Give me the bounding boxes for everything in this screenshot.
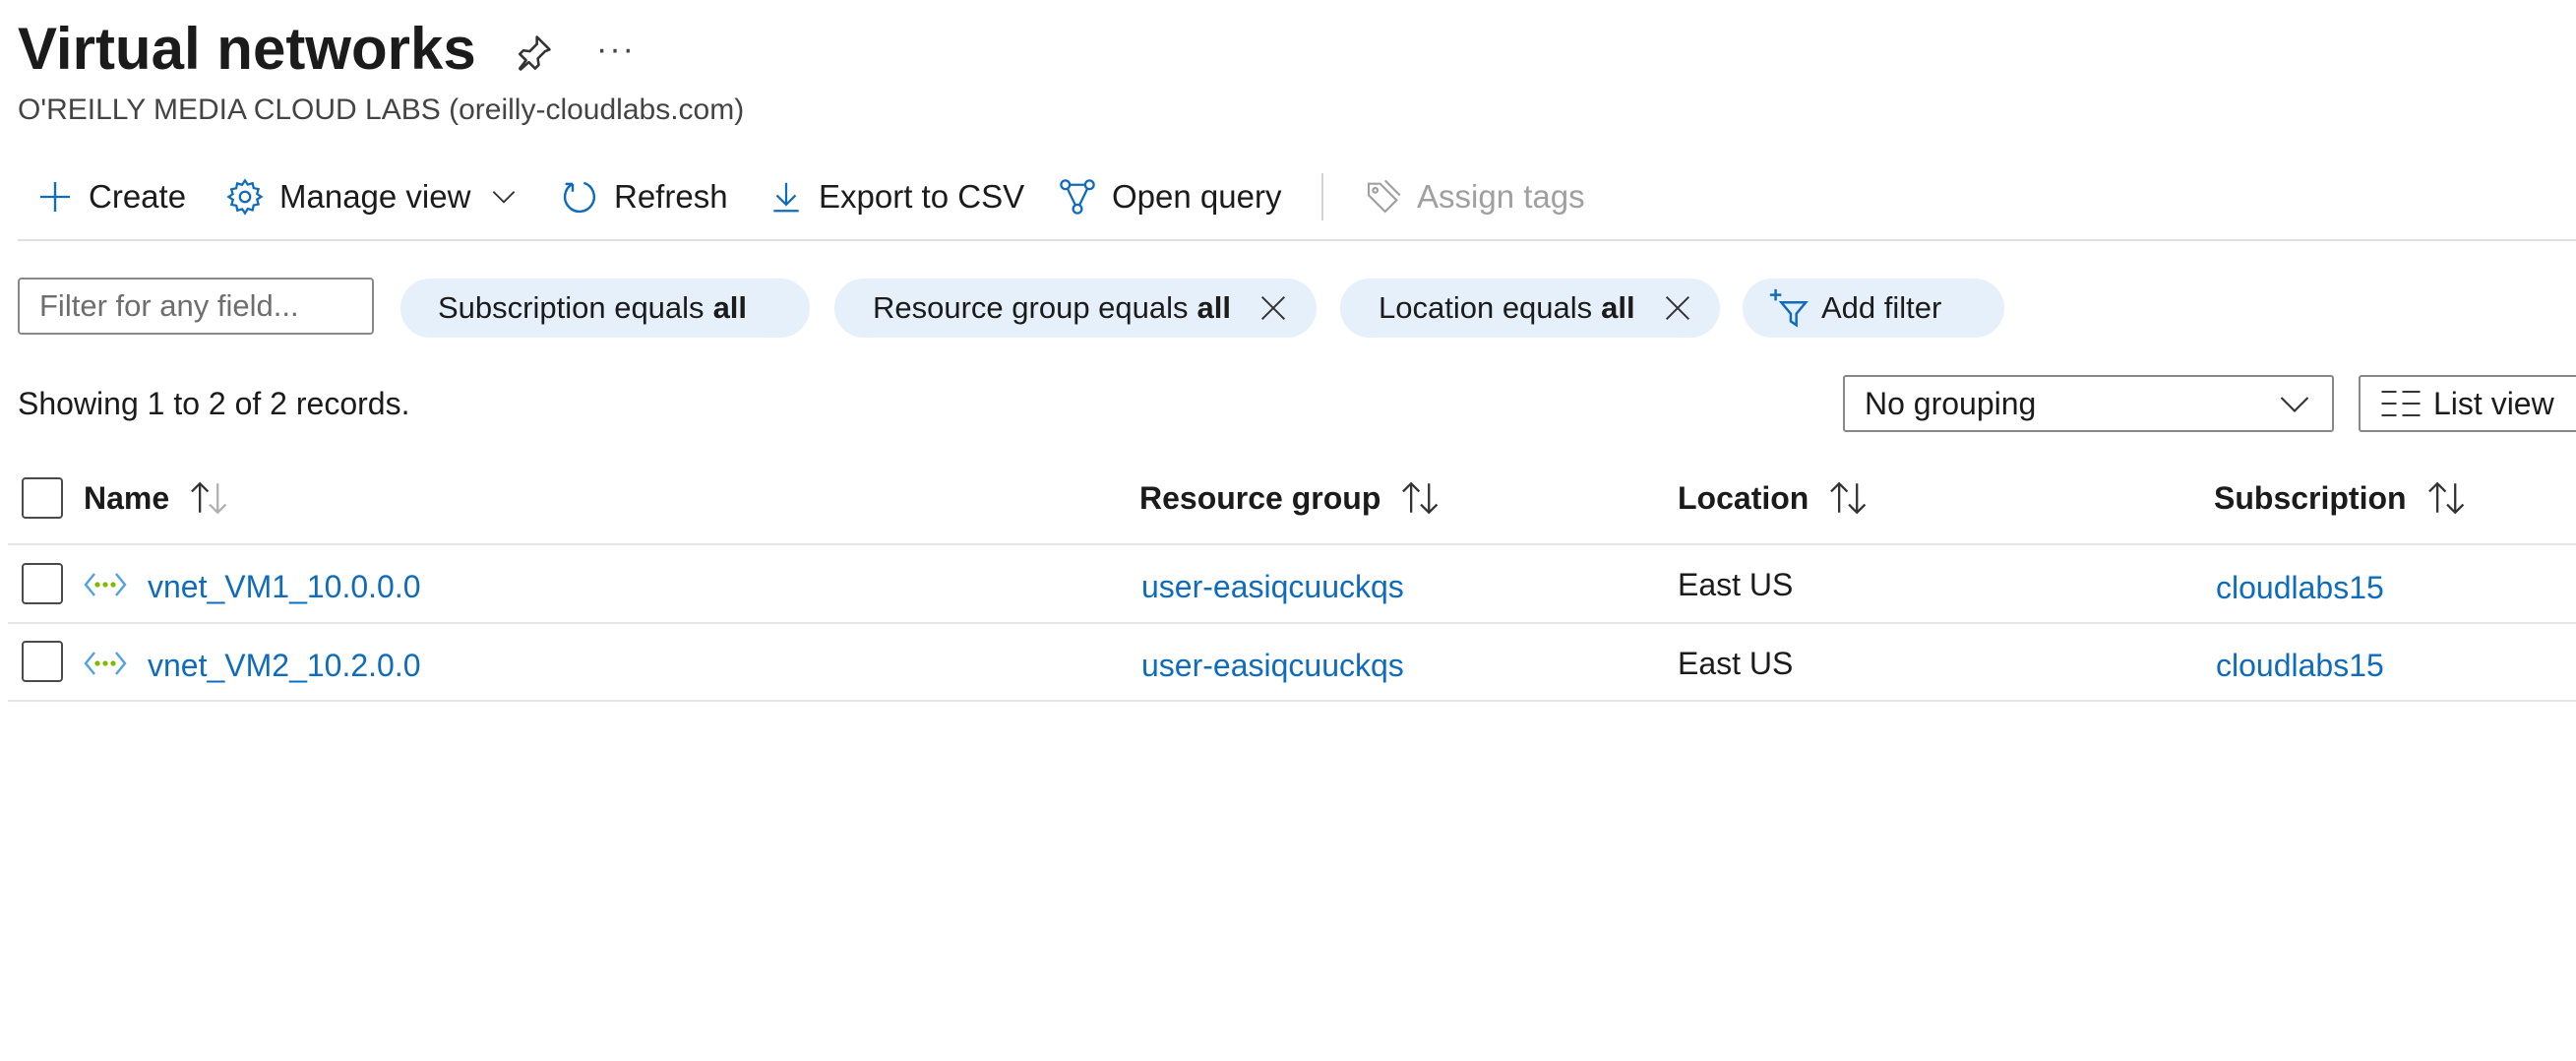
command-bar: Create Manage view Refresh Export to CSV… [0, 157, 2576, 236]
tag-icon [1367, 179, 1401, 214]
grouping-selected: No grouping [1865, 385, 2037, 421]
add-filter-button[interactable]: Add filter [1743, 279, 2004, 338]
filter-pill-resource-group[interactable]: Resource group equals all [834, 279, 1317, 338]
vnet-name-link[interactable]: vnet_VM2_10.2.0.0 [148, 646, 421, 685]
refresh-label: Refresh [614, 178, 728, 215]
gear-icon [226, 178, 264, 216]
column-header-resource-group[interactable]: Resource group [1139, 478, 1443, 518]
filter-pill-label: Location equals [1379, 290, 1593, 325]
query-icon [1060, 179, 1095, 215]
open-query-button[interactable]: Open query [1057, 169, 1281, 224]
filter-pill-value: all [1601, 290, 1635, 325]
vnet-name-link[interactable]: vnet_VM1_10.0.0.0 [148, 567, 421, 606]
manage-view-button[interactable]: Manage view [224, 169, 520, 224]
column-header-label: Subscription [2214, 479, 2407, 516]
toolbar-divider [1321, 173, 1323, 220]
virtual-network-icon [84, 652, 127, 675]
refresh-icon [563, 181, 596, 214]
sort-icon[interactable] [1826, 478, 1871, 518]
location-cell: East US [1678, 567, 1794, 602]
sort-icon[interactable] [187, 478, 232, 518]
sort-icon[interactable] [2424, 478, 2470, 518]
filter-pill-label: Subscription equals [438, 290, 705, 325]
manage-view-label: Manage view [279, 178, 471, 215]
plus-icon [40, 182, 70, 212]
more-options-icon[interactable]: ··· [596, 30, 636, 69]
page-title: Virtual networks [18, 16, 476, 82]
list-view-icon [2381, 391, 2421, 416]
chevron-down-icon [2280, 397, 2309, 412]
column-header-location[interactable]: Location [1678, 478, 1871, 518]
page-subtitle: O'REILLY MEDIA CLOUD LABS (oreilly-cloud… [18, 94, 745, 126]
subscription-link[interactable]: cloudlabs15 [2216, 568, 2384, 607]
view-toggle-button[interactable]: List view [2359, 375, 2576, 432]
column-header-label: Resource group [1139, 479, 1381, 516]
filter-pill-location[interactable]: Location equals all [1340, 279, 1720, 338]
location-cell: East US [1678, 646, 1794, 681]
export-csv-label: Export to CSV [819, 178, 1025, 215]
resource-group-link[interactable]: user-easiqcuuckqs [1141, 567, 1404, 606]
virtual-network-icon [84, 573, 127, 596]
filter-pill-value: all [712, 290, 748, 325]
column-header-label: Name [84, 479, 170, 516]
close-icon[interactable] [1257, 291, 1290, 325]
open-query-label: Open query [1112, 178, 1282, 215]
row-divider [8, 700, 2576, 702]
add-filter-label: Add filter [1821, 290, 1942, 325]
pin-icon[interactable] [512, 31, 555, 75]
grouping-dropdown[interactable]: No grouping [1843, 375, 2334, 432]
column-header-subscription[interactable]: Subscription [2214, 478, 2470, 518]
row-divider [8, 622, 2576, 624]
select-all-checkbox[interactable] [22, 477, 63, 519]
table-header-divider [8, 543, 2576, 545]
chevron-down-icon [493, 191, 516, 204]
column-header-label: Location [1678, 479, 1809, 516]
subscription-link[interactable]: cloudlabs15 [2216, 646, 2384, 685]
assign-tags-button[interactable]: Assign tags [1364, 169, 1585, 224]
row-checkbox[interactable] [22, 641, 63, 682]
create-button[interactable]: Create [35, 169, 186, 224]
row-checkbox[interactable] [22, 563, 63, 604]
records-count: Showing 1 to 2 of 2 records. [18, 386, 410, 421]
toolbar-divider-line [18, 239, 2576, 241]
add-filter-icon [1769, 288, 1809, 328]
filter-pill-label: Resource group equals [873, 290, 1189, 325]
column-header-name[interactable]: Name [84, 478, 232, 518]
filter-search-input[interactable] [18, 278, 374, 335]
filter-pill-value: all [1196, 290, 1232, 325]
refresh-button[interactable]: Refresh [559, 169, 728, 224]
export-csv-button[interactable]: Export to CSV [767, 169, 1024, 224]
download-icon [773, 182, 799, 213]
filter-pill-subscription[interactable]: Subscription equals all [400, 279, 810, 338]
close-icon[interactable] [1661, 291, 1694, 325]
view-toggle-label: List view [2433, 385, 2554, 421]
sort-icon[interactable] [1398, 478, 1443, 518]
assign-tags-label: Assign tags [1417, 178, 1585, 215]
resource-group-link[interactable]: user-easiqcuuckqs [1141, 646, 1404, 685]
create-label: Create [89, 178, 187, 215]
